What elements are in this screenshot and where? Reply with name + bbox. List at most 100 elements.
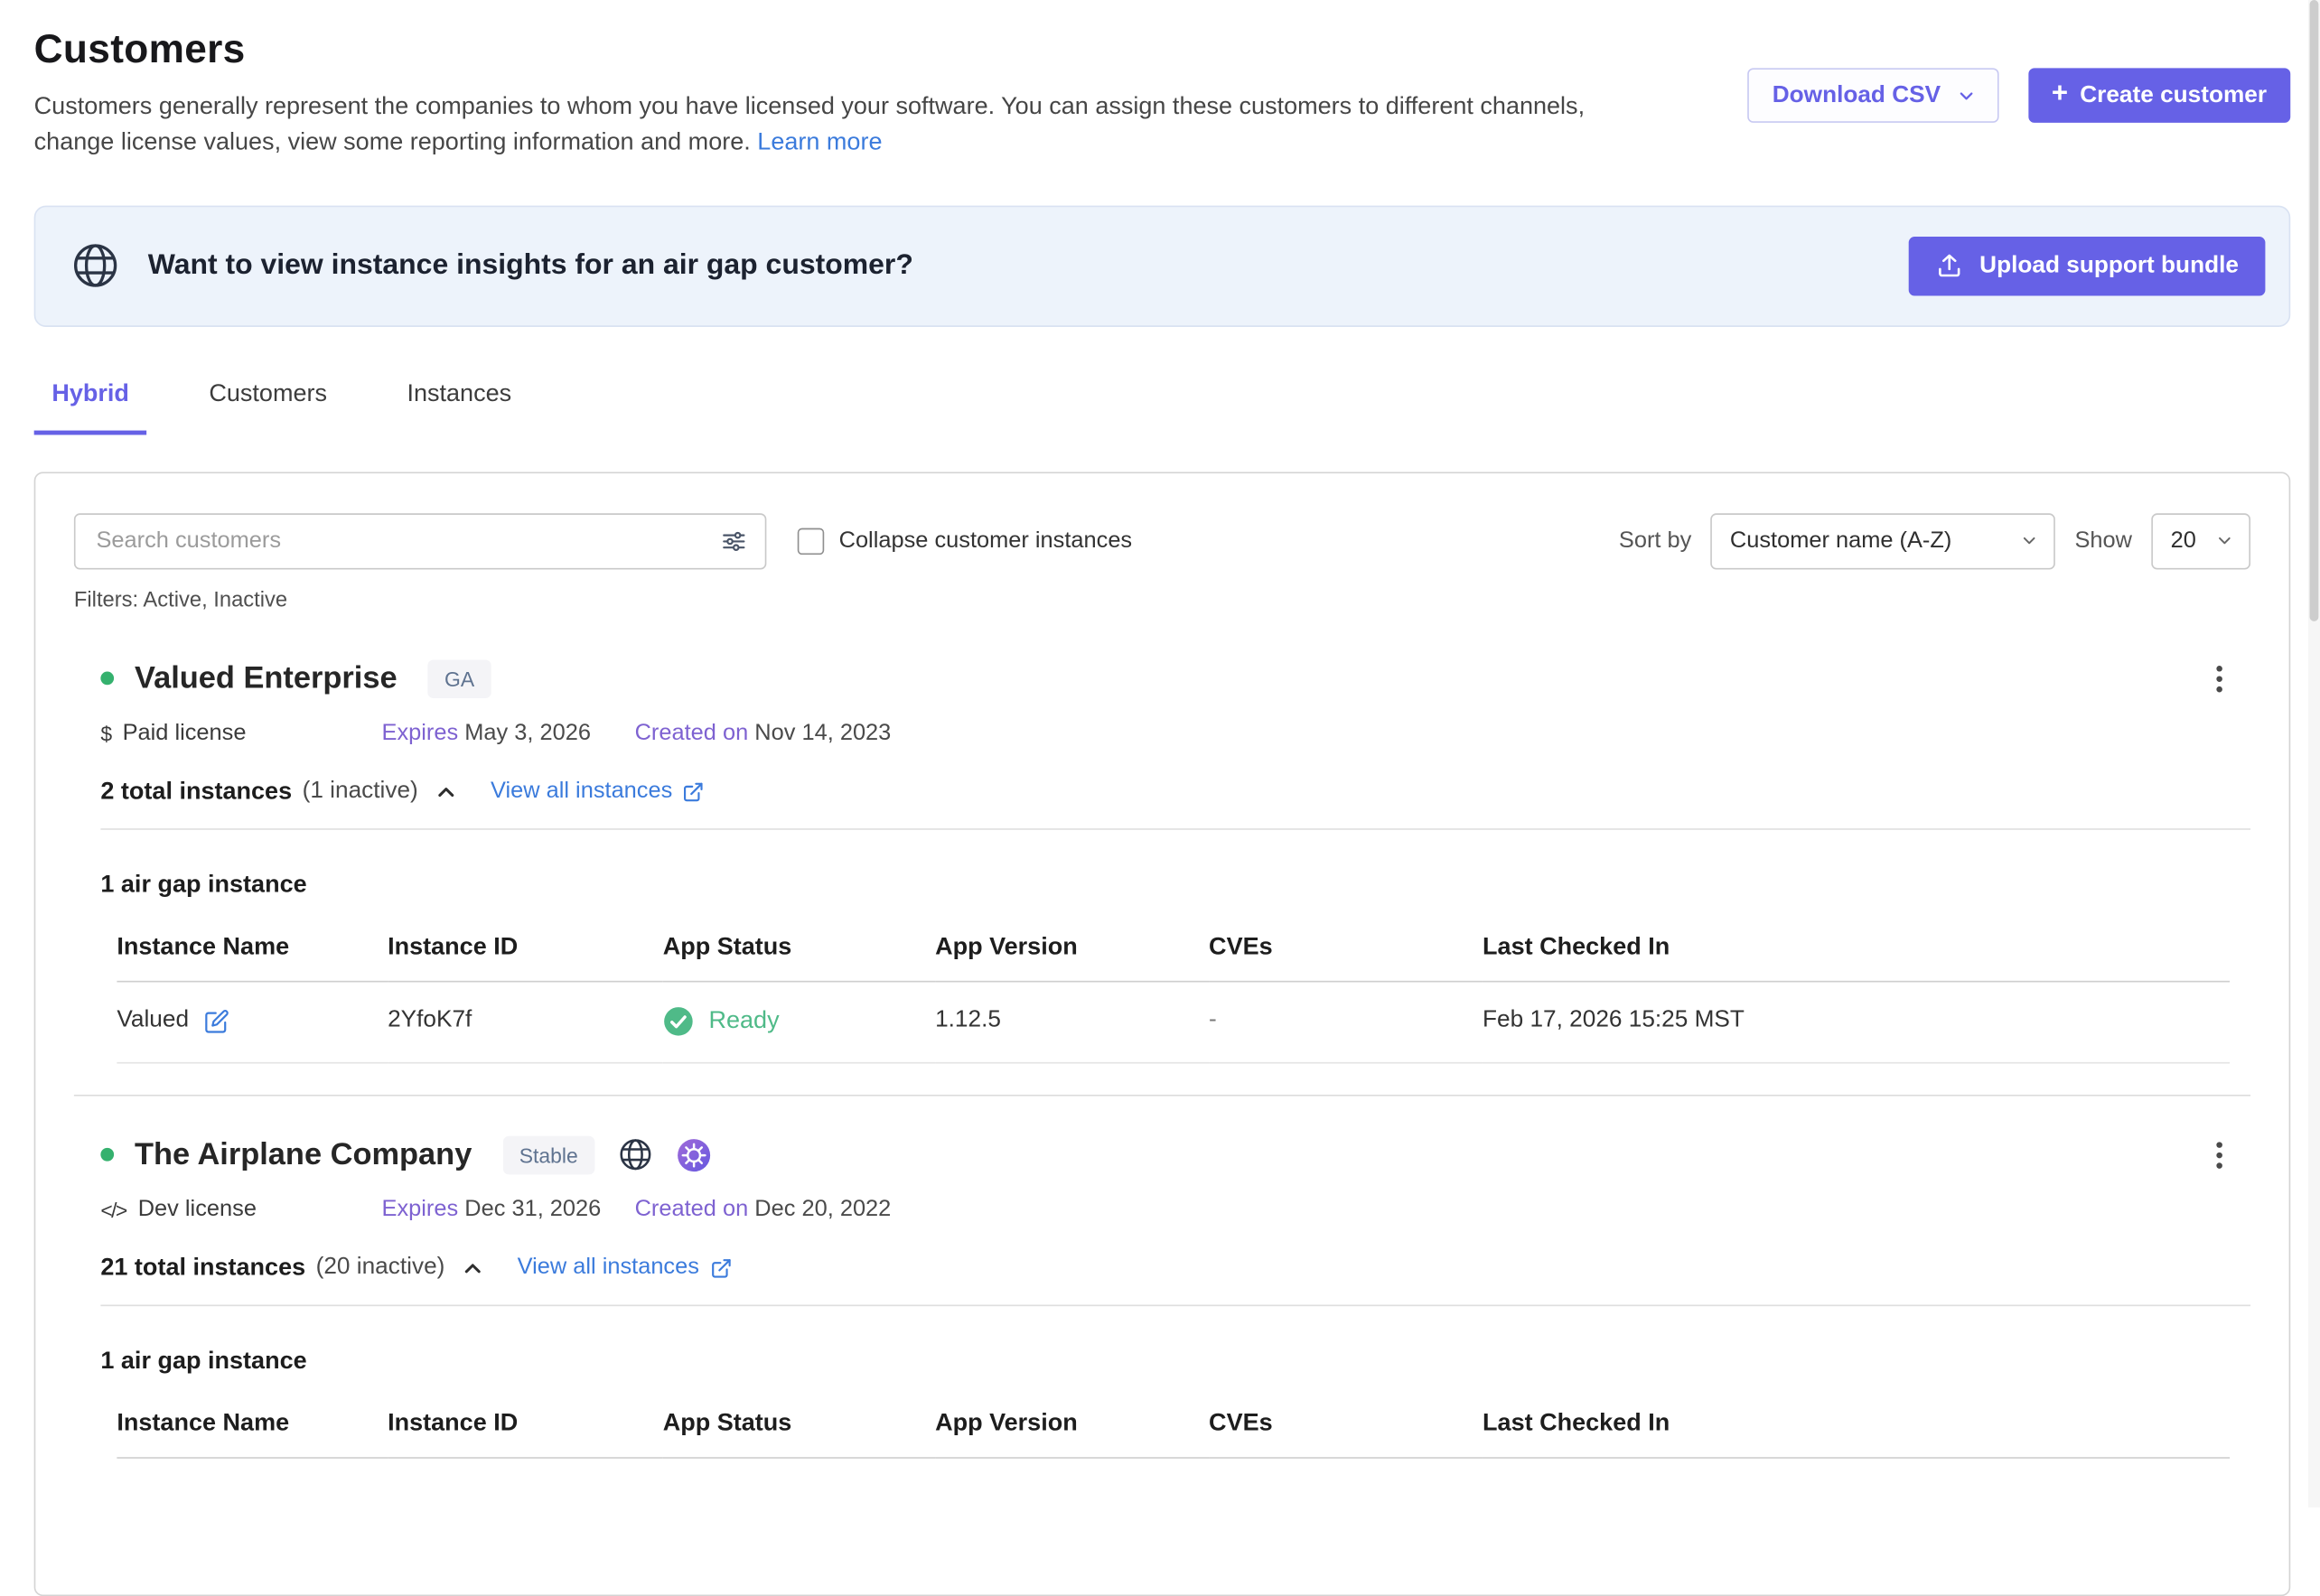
active-status-dot (100, 672, 114, 686)
banner-title: Want to view instance insights for an ai… (148, 249, 913, 284)
download-csv-label: Download CSV (1773, 82, 1941, 108)
created-label: Created on (635, 720, 749, 745)
upload-icon (1935, 252, 1963, 280)
license-info: $ Paid license (100, 720, 381, 746)
col-header-app-status: App Status (663, 933, 935, 981)
filters-note: Filters: Active, Inactive (74, 589, 2250, 612)
chevron-down-icon (1955, 85, 1976, 106)
cell-instance-id: 2YfoK7f (388, 981, 663, 1062)
paid-license-icon: $ (100, 722, 110, 745)
col-header-instance-id: Instance ID (388, 1410, 663, 1458)
download-csv-button[interactable]: Download CSV (1747, 68, 1998, 123)
page-title: Customers (34, 26, 1614, 72)
edit-icon[interactable] (203, 1009, 229, 1034)
page-description: Customers generally represent the compan… (34, 90, 1614, 161)
created-info: Created on Dec 20, 2022 (635, 1197, 892, 1223)
cell-app-status: Ready (663, 981, 935, 1062)
collapse-instances-checkbox[interactable]: Collapse customer instances (798, 527, 1132, 554)
upload-support-bundle-button[interactable]: Upload support bundle (1909, 237, 2266, 296)
cell-instance-name: Valued (117, 981, 388, 1062)
instances-summary-row: 2 total instances (1 inactive) View all … (100, 778, 2250, 806)
cell-last-checked-in: Feb 17, 2026 15:25 MST (1483, 981, 2230, 1062)
search-input[interactable] (93, 527, 708, 556)
chevron-down-icon (2020, 532, 2039, 551)
created-info: Created on Nov 14, 2023 (635, 720, 892, 746)
customer-head: Valued Enterprise GA (100, 658, 2250, 700)
customer-meta-row: $ Paid license Expires May 3, 2026 Creat… (100, 720, 2250, 746)
col-header-app-status: App Status (663, 1410, 935, 1458)
kebab-menu-icon[interactable] (2209, 658, 2230, 700)
expires-date: May 3, 2026 (464, 720, 591, 745)
instances-total: 2 total instances (100, 778, 292, 806)
create-customer-label: Create customer (2080, 82, 2267, 108)
external-link-icon (683, 780, 706, 803)
plus-icon: + (2052, 79, 2068, 107)
customer-section-divider (74, 1095, 2250, 1097)
expires-date: Dec 31, 2026 (464, 1197, 601, 1222)
col-header-cves: CVEs (1209, 1410, 1483, 1458)
instance-name-text: Valued (117, 1008, 189, 1034)
learn-more-link[interactable]: Learn more (757, 128, 882, 154)
search-box (74, 513, 766, 569)
instances-total: 21 total instances (100, 1255, 305, 1283)
globe-icon (70, 240, 121, 292)
show-select[interactable]: 20 (2151, 513, 2250, 569)
show-label: Show (2074, 527, 2132, 554)
customer-section-valued-enterprise: Valued Enterprise GA $ Paid license Expi… (74, 658, 2250, 1064)
customer-name[interactable]: Valued Enterprise (135, 661, 398, 696)
tab-instances[interactable]: Instances (389, 380, 529, 435)
expires-info: Expires Dec 31, 2026 (382, 1197, 635, 1223)
expires-label: Expires (382, 720, 459, 745)
filter-sliders-icon[interactable] (721, 527, 747, 554)
instances-table: Instance Name Instance ID App Status App… (117, 1410, 2230, 1459)
scrollbar-thumb[interactable] (2310, 0, 2319, 621)
app-viewport: Customers Customers generally represent … (0, 0, 2320, 1507)
sort-by-label: Sort by (1619, 527, 1691, 554)
page-header: Customers Customers generally represent … (34, 26, 2291, 161)
customers-page: Customers Customers generally represent … (0, 0, 2320, 1596)
expires-info: Expires May 3, 2026 (382, 720, 635, 746)
col-header-instance-name: Instance Name (117, 1410, 388, 1458)
view-all-instances-link[interactable]: View all instances (518, 1255, 732, 1281)
chevron-up-icon[interactable] (433, 779, 458, 805)
table-header-row: Instance Name Instance ID App Status App… (117, 933, 2230, 981)
collapse-instances-label: Collapse customer instances (839, 527, 1133, 554)
tab-customers[interactable]: Customers (192, 380, 345, 435)
create-customer-button[interactable]: + Create customer (2028, 68, 2291, 123)
air-gap-globe-icon (616, 1136, 653, 1173)
kebab-menu-icon[interactable] (2209, 1134, 2230, 1176)
channel-badge: GA (428, 659, 491, 698)
checkbox-box[interactable] (798, 527, 824, 554)
col-header-cves: CVEs (1209, 933, 1483, 981)
instances-inactive: (20 inactive) (316, 1255, 445, 1281)
page-header-text: Customers Customers generally represent … (34, 26, 1614, 161)
show-select-value: 20 (2171, 527, 2196, 554)
sort-select[interactable]: Customer name (A-Z) (1711, 513, 2056, 569)
air-gap-banner: Want to view instance insights for an ai… (34, 205, 2291, 326)
upload-support-bundle-label: Upload support bundle (1979, 253, 2239, 279)
vertical-scrollbar[interactable] (2308, 0, 2320, 1507)
table-header-row: Instance Name Instance ID App Status App… (117, 1410, 2230, 1458)
divider (100, 1304, 2250, 1306)
external-link-icon (709, 1257, 732, 1280)
chevron-down-icon (2215, 532, 2234, 551)
customer-meta-row: </> Dev license Expires Dec 31, 2026 Cre… (100, 1197, 2250, 1223)
tab-hybrid[interactable]: Hybrid (34, 380, 147, 435)
divider (100, 828, 2250, 830)
cell-app-version: 1.12.5 (935, 981, 1209, 1062)
view-all-instances-label: View all instances (518, 1255, 699, 1281)
expires-label: Expires (382, 1197, 459, 1222)
toolbar-right: Sort by Customer name (A-Z) Show 20 (1619, 513, 2250, 569)
col-header-app-version: App Version (935, 933, 1209, 981)
col-header-last-checked-in: Last Checked In (1483, 1410, 2230, 1458)
created-date: Nov 14, 2023 (754, 720, 891, 745)
instances-summary-row: 21 total instances (20 inactive) View al… (100, 1255, 2250, 1283)
tab-bar: Hybrid Customers Instances (34, 380, 2291, 435)
status-check-icon (663, 1005, 694, 1036)
air-gap-heading: 1 air gap instance (100, 1348, 2250, 1376)
view-all-instances-link[interactable]: View all instances (491, 779, 705, 805)
customer-name[interactable]: The Airplane Company (135, 1137, 472, 1172)
sort-select-value: Customer name (A-Z) (1730, 527, 1951, 554)
customer-head: The Airplane Company Stable (100, 1134, 2250, 1176)
chevron-up-icon[interactable] (460, 1255, 485, 1281)
